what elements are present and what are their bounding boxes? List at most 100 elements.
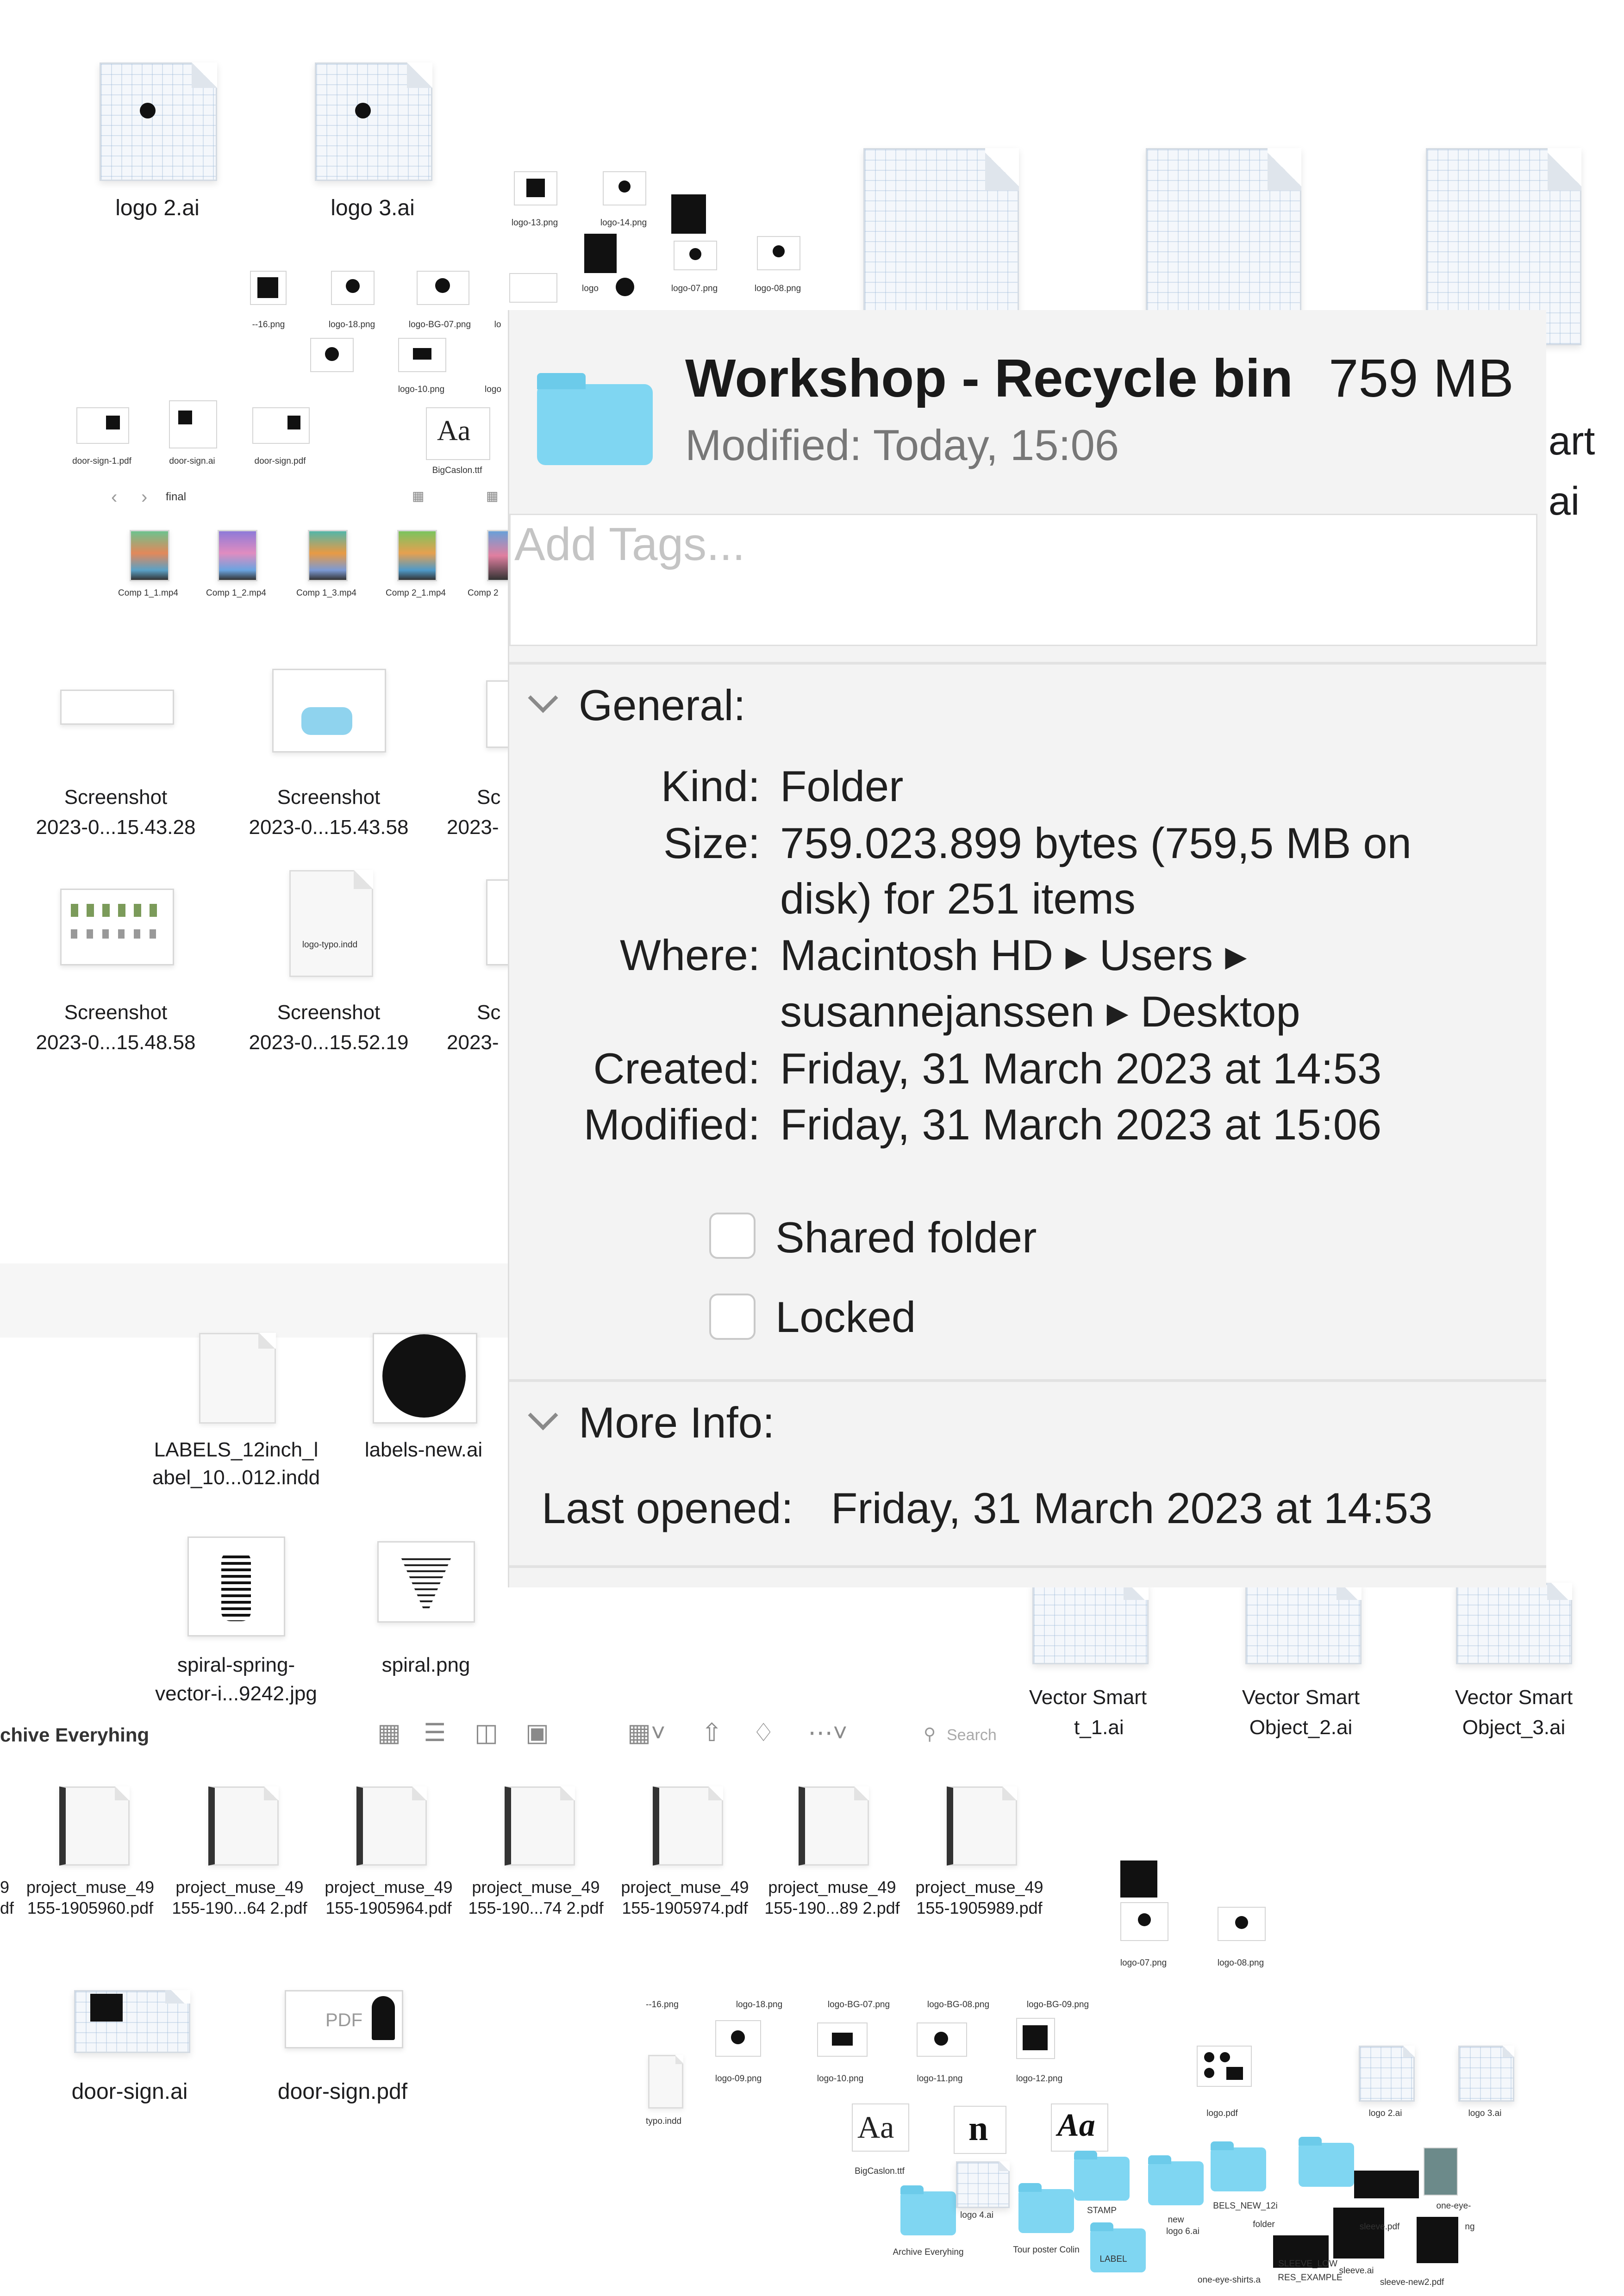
project-muse-1-icon[interactable]: [59, 1786, 130, 1866]
comp-1-2-thumb[interactable]: [218, 530, 257, 581]
door-sign-1-mark: [106, 416, 120, 429]
comp-1-1-label: Comp 1_1.mp4: [118, 588, 178, 598]
more-actions-icon[interactable]: ⋯˅: [808, 1718, 848, 1747]
screenshot-1-thumb[interactable]: [60, 690, 174, 725]
logo-08-thumb-top[interactable]: [757, 236, 800, 270]
logo-18-thumb[interactable]: [331, 271, 375, 305]
logo-07-thumb-top[interactable]: [674, 241, 717, 270]
br-one-eye2-label: one-eye-: [1436, 2201, 1471, 2211]
comp-1-1-thumb[interactable]: [130, 530, 169, 581]
br-eye-logo-thumb[interactable]: [1120, 1860, 1157, 1898]
vector-smart-3-icon[interactable]: [1456, 1583, 1572, 1664]
br-folder-4[interactable]: [1299, 2136, 1354, 2187]
br-typo-indd-icon[interactable]: [648, 2055, 683, 2109]
br-art-thumb[interactable]: [1424, 2147, 1458, 2196]
comp-2-1-thumb[interactable]: [397, 530, 437, 581]
logo-thumb-small[interactable]: [509, 273, 557, 303]
project-muse-2-icon[interactable]: [208, 1786, 279, 1866]
finder-forward-icon[interactable]: ›: [141, 487, 147, 508]
br-tour-folder[interactable]: [1018, 2183, 1074, 2233]
br-logo-pdf-dot2: [1220, 2052, 1230, 2062]
logo2-label: logo 2.ai: [115, 196, 200, 220]
door-sign-ai-thumb[interactable]: [169, 400, 217, 448]
project-muse-4-icon[interactable]: [505, 1786, 575, 1866]
screenshot-1-l2: 2023-0...15.43.28: [36, 816, 196, 839]
icon-view-button[interactable]: ▦: [377, 1718, 401, 1747]
project-muse-3-icon[interactable]: [356, 1786, 427, 1866]
br-bigcaslon-thumb[interactable]: Aa: [852, 2103, 909, 2152]
project-muse-3-l2: 155-1905964.pdf: [325, 1898, 452, 1917]
br-one-eye-thumb[interactable]: [1354, 2171, 1419, 2198]
project-muse-5-icon[interactable]: [653, 1786, 723, 1866]
share-icon[interactable]: ⇧: [701, 1718, 722, 1747]
vector-smart-2-l2: Object_2.ai: [1249, 1716, 1353, 1739]
witness-logo-thumb[interactable]: [584, 234, 617, 273]
door-sign-pdf-icon[interactable]: PDF: [285, 1990, 403, 2048]
br-logo-09-thumb[interactable]: [715, 2020, 761, 2057]
br-font-a-thumb[interactable]: Aa: [1051, 2103, 1108, 2152]
br-label-folder[interactable]: [1090, 2222, 1146, 2272]
list-view-button[interactable]: ☰: [424, 1718, 446, 1747]
br-logo-07-thumb[interactable]: [1120, 1902, 1168, 1941]
locked-checkbox[interactable]: [709, 1294, 756, 1340]
project-muse-6-icon[interactable]: [799, 1786, 869, 1866]
logo-13-thumb[interactable]: [514, 171, 557, 205]
spiral-spring-thumb[interactable]: [187, 1537, 285, 1636]
search-field[interactable]: ⚲ Search: [919, 1718, 1076, 1750]
vector-smart-1-l2: t_1.ai: [1074, 1716, 1124, 1739]
comp-2-thumb[interactable]: [487, 530, 511, 581]
br-logo-10-thumb[interactable]: [817, 2022, 868, 2057]
where-value: Macintosh HD ▸ Users ▸: [780, 931, 1247, 979]
screenshot-4-thumb[interactable]: [60, 889, 174, 965]
logo-typo-indd-icon[interactable]: [289, 870, 373, 977]
labels-new-thumb[interactable]: [373, 1333, 477, 1424]
small-thumb-row3a[interactable]: [310, 338, 354, 372]
br-logo-11-thumb[interactable]: [917, 2022, 967, 2057]
general-heading[interactable]: General:: [579, 680, 746, 730]
column-view-button[interactable]: ◫: [475, 1718, 498, 1747]
bigcaslon-small-thumb[interactable]: Aa: [426, 407, 490, 460]
locked-label: Locked: [775, 1293, 916, 1341]
project-muse-7-icon[interactable]: [947, 1786, 1017, 1866]
shared-folder-checkbox[interactable]: [709, 1213, 756, 1259]
br-logo-08-thumb[interactable]: [1218, 1907, 1266, 1941]
more-info-disclosure-icon[interactable]: [528, 1400, 558, 1431]
comp-1-3-thumb[interactable]: [308, 530, 348, 581]
br-logo3-icon[interactable]: [1458, 2046, 1514, 2102]
br-logo2-icon[interactable]: [1359, 2046, 1415, 2102]
door-sign-1-thumb[interactable]: [76, 407, 129, 444]
vector-smart-2-icon[interactable]: [1245, 1583, 1362, 1664]
screenshot-2-thumb[interactable]: [272, 669, 386, 753]
tags-field[interactable]: Add Tags...: [509, 514, 1537, 646]
logo-10-thumb[interactable]: [398, 338, 446, 372]
br-logo-12-thumb[interactable]: [1016, 2018, 1055, 2059]
br-logo4-icon[interactable]: [956, 2161, 1010, 2208]
br-logo-pdf-thumb[interactable]: [1197, 2046, 1252, 2087]
tag-icon[interactable]: ♢: [752, 1718, 775, 1747]
door-sign-pdf-thumb[interactable]: [252, 407, 310, 444]
png-16-thumb[interactable]: [250, 271, 287, 305]
br-folder-2[interactable]: [1148, 2155, 1204, 2205]
view-grid-icon-small-2[interactable]: ▦: [486, 488, 498, 504]
labels-indd-icon[interactable]: [199, 1333, 276, 1424]
logo2-file-icon[interactable]: [100, 62, 217, 181]
finder-back-icon[interactable]: ‹: [111, 487, 117, 508]
br-archive-folder[interactable]: [900, 2185, 956, 2235]
group-button[interactable]: ▦˅: [627, 1718, 666, 1747]
spiral-png-thumb[interactable]: [377, 1541, 475, 1623]
br-sleeve-thumb[interactable]: [1417, 2217, 1458, 2263]
view-grid-icon-small[interactable]: ▦: [412, 488, 424, 504]
logo-14-thumb[interactable]: [603, 171, 646, 205]
logo-bg-07-thumb[interactable]: [417, 271, 469, 305]
br-folder-1[interactable]: [1074, 2150, 1130, 2201]
project-muse-2-l1: project_muse_49: [175, 1878, 304, 1897]
general-disclosure-icon[interactable]: [528, 683, 558, 713]
vector-smart-1-icon[interactable]: [1032, 1583, 1149, 1664]
more-info-heading[interactable]: More Info:: [579, 1398, 775, 1448]
br-witness-thumb[interactable]: [1333, 2208, 1384, 2259]
eye-logo-thumb[interactable]: [671, 194, 706, 234]
gallery-view-button[interactable]: ▣: [525, 1718, 549, 1747]
logo3-file-icon[interactable]: [315, 62, 432, 181]
br-font-n-thumb[interactable]: n: [954, 2106, 1006, 2154]
br-folder-3[interactable]: [1211, 2141, 1266, 2191]
